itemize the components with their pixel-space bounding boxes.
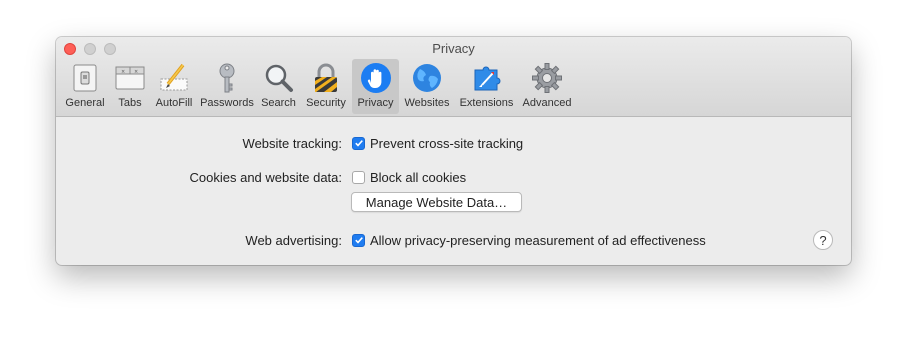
tab-passwords[interactable]: Passwords: [197, 59, 257, 114]
help-button[interactable]: ?: [813, 230, 833, 250]
block-cookies-text[interactable]: Block all cookies: [370, 170, 466, 185]
tab-websites[interactable]: Websites: [399, 59, 455, 114]
ad-measurement-text[interactable]: Allow privacy-preserving measurement of …: [370, 233, 706, 248]
tab-advanced[interactable]: Advanced: [518, 59, 576, 114]
svg-text:×: ×: [121, 69, 125, 75]
tab-label: General: [65, 97, 105, 109]
tab-search[interactable]: Search: [257, 59, 300, 114]
key-icon: [219, 63, 235, 93]
privacy-pane: Website tracking: Prevent cross-site tra…: [56, 117, 851, 265]
block-cookies-checkbox[interactable]: [352, 170, 365, 184]
ad-measurement-checkbox[interactable]: [352, 233, 365, 247]
tab-label: Advanced: [522, 97, 572, 109]
tab-label: Privacy: [357, 97, 394, 109]
padlock-icon: [315, 63, 337, 92]
tab-label: Websites: [404, 97, 450, 109]
tab-autofill[interactable]: AutoFill: [151, 59, 197, 114]
tab-label: Security: [306, 97, 346, 109]
tab-privacy[interactable]: Privacy: [352, 59, 399, 114]
window-title: Privacy: [432, 41, 475, 56]
cookies-row: Cookies and website data: Block all cook…: [56, 169, 851, 185]
preferences-toolbar: General × × Tabs AutoFill Passwords Sear…: [61, 59, 576, 114]
globe-icon: [413, 64, 441, 92]
tabs-icon: × ×: [115, 66, 145, 90]
web-advertising-row: Web advertising: Allow privacy-preservin…: [56, 232, 851, 248]
tab-label: Search: [261, 97, 296, 109]
autofill-icon: [160, 63, 188, 91]
website-tracking-label: Website tracking:: [242, 135, 342, 151]
tab-tabs[interactable]: × × Tabs: [109, 59, 151, 114]
website-tracking-row: Website tracking: Prevent cross-site tra…: [56, 135, 851, 151]
preferences-window: Privacy General × × Tabs AutoFill Passwo…: [56, 37, 851, 265]
checkmark-icon: [354, 140, 363, 147]
tab-label: Extensions: [459, 97, 514, 109]
magnifier-icon: [265, 64, 293, 92]
title-bar: Privacy General × × Tabs AutoFill Passwo…: [56, 37, 851, 117]
general-icon: [73, 64, 97, 92]
manage-website-data-button[interactable]: Manage Website Data…: [351, 192, 522, 212]
prevent-tracking-text[interactable]: Prevent cross-site tracking: [370, 136, 523, 151]
hand-icon: [360, 63, 391, 93]
web-advertising-label: Web advertising:: [245, 232, 342, 248]
tab-security[interactable]: Security: [300, 59, 352, 114]
checkmark-icon: [354, 237, 363, 244]
tab-label: AutoFill: [155, 97, 193, 109]
tab-extensions[interactable]: Extensions: [455, 59, 518, 114]
cookies-label: Cookies and website data:: [189, 169, 342, 185]
svg-text:×: ×: [134, 69, 138, 75]
puzzle-icon: [474, 66, 500, 91]
gear-icon: [532, 63, 562, 93]
tab-label: Tabs: [118, 97, 142, 109]
tab-label: Passwords: [200, 97, 254, 109]
tab-general[interactable]: General: [61, 59, 109, 114]
prevent-tracking-checkbox[interactable]: [352, 136, 365, 150]
